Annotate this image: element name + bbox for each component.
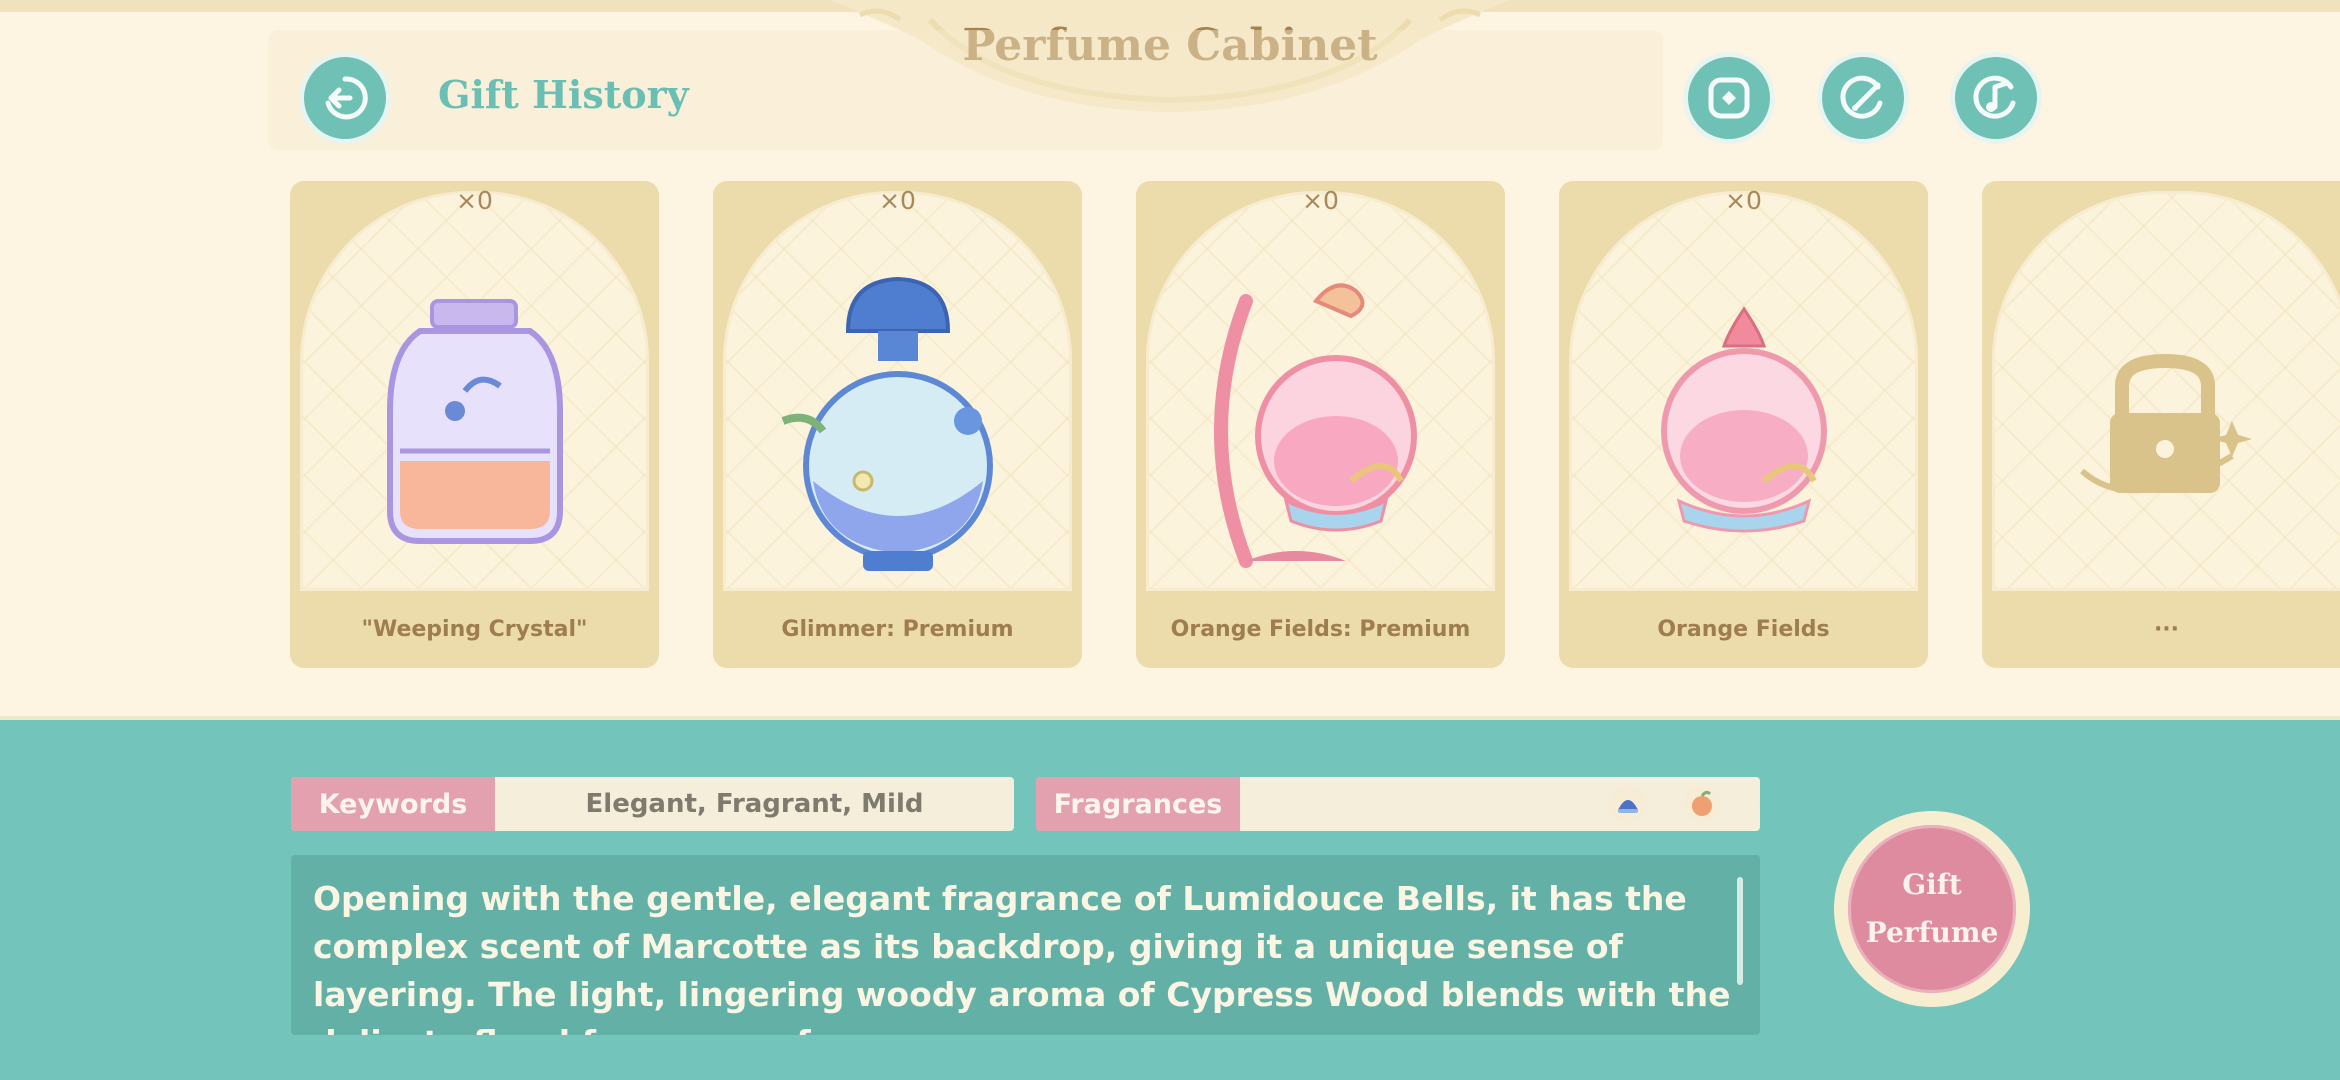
lumidouce-bell-icon	[1610, 786, 1646, 822]
edit-button[interactable]	[1822, 57, 1904, 139]
music-note-icon	[1973, 75, 2016, 119]
card-label: ···	[2153, 617, 2180, 642]
keywords-label: Keywords	[291, 777, 495, 831]
glimmer-premium-bottle-icon	[781, 276, 993, 571]
orange-fields-bottle-icon	[1661, 306, 1827, 533]
lock-icon	[2079, 353, 2252, 494]
card-label: Orange Fields	[1657, 617, 1830, 642]
card-label: Glimmer: Premium	[781, 617, 1014, 642]
cypress-wood-icon	[1758, 786, 1760, 822]
fragrances-row: Fragrances	[1036, 777, 1760, 831]
card-label: Orange Fields: Premium	[1170, 617, 1471, 642]
card-count: ×0	[1725, 186, 1762, 215]
fragrances-label: Fragrances	[1036, 777, 1240, 831]
edit-check-icon	[1840, 75, 1883, 119]
perfume-card-locked[interactable]: ···	[1982, 181, 2340, 668]
gift-button-face: Gift Perfume	[1848, 825, 2016, 993]
fragrance-icons	[1240, 777, 1760, 831]
orange-fields-premium-bottle-icon	[1214, 283, 1417, 568]
perfume-description[interactable]: Opening with the gentle, elegant fragran…	[291, 855, 1760, 1035]
perfume-card-orange-fields-premium[interactable]: ×0 Orange Fields: Premium	[1136, 181, 1505, 668]
back-arrow-icon	[325, 76, 368, 120]
keywords-value: Elegant, Fragrant, Mild	[585, 789, 924, 819]
perfume-card-weeping-crystal[interactable]: ×0 "Weeping Crystal"	[290, 181, 659, 668]
weeping-crystal-bottle-icon	[387, 299, 563, 544]
card-count: ×0	[1302, 186, 1339, 215]
card-count: ×0	[879, 186, 916, 215]
perfume-card-glimmer-premium[interactable]: ×0 Glimmer: Premium	[713, 181, 1082, 668]
marcotte-icon	[1684, 786, 1720, 822]
keywords-row: Keywords Elegant, Fragrant, Mild	[291, 777, 1014, 831]
gift-button-line1: Gift	[1902, 868, 1962, 901]
share-button[interactable]	[1688, 57, 1770, 139]
back-button[interactable]	[304, 57, 386, 139]
gift-button-line2: Perfume	[1865, 916, 1999, 949]
share-icon	[1708, 77, 1750, 119]
card-label: "Weeping Crystal"	[361, 617, 588, 642]
gift-perfume-button[interactable]: Gift Perfume	[1834, 811, 2030, 1007]
music-button[interactable]	[1955, 57, 2037, 139]
description-scrollbar[interactable]	[1737, 877, 1743, 985]
description-text: Opening with the gentle, elegant fragran…	[313, 879, 1731, 1035]
card-count: ×0	[456, 186, 493, 215]
gift-history-title: Gift History	[438, 72, 689, 117]
perfume-card-orange-fields[interactable]: ×0 Orange Fields	[1559, 181, 1928, 668]
